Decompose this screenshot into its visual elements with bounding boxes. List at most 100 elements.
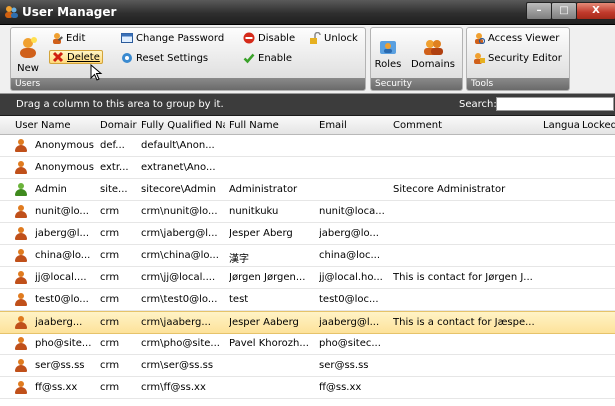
user-icon (15, 316, 27, 329)
table-row[interactable]: Admin site... sitecore\Admin Administrator S… (0, 179, 615, 201)
users-group-label: Users (11, 78, 365, 90)
users-app-icon (5, 6, 18, 18)
cell-email: pho@sitec... (319, 338, 381, 349)
edit-label: Edit (66, 32, 86, 44)
group-by-bar[interactable]: Drag a column to this area to group by i… (0, 94, 615, 116)
cell-fully-qualified-name: crm\nunit@lo... (141, 206, 218, 217)
cell-domain: crm (100, 360, 120, 371)
search-label: Search: (459, 99, 497, 110)
cell-comment: This is a contact for Jæspe... (393, 317, 535, 328)
title-bar[interactable]: User Manager – □ X (0, 0, 615, 25)
change-password-button[interactable]: Change Password (121, 32, 224, 44)
cell-user-name: Anonymous (35, 162, 94, 173)
table-row[interactable]: nunit@lo... crm crm\nunit@lo... nunitkuku nu… (0, 201, 615, 223)
cell-user-name: pho@site... (35, 338, 92, 349)
cell-full-name: Jørgen Jørgen... (229, 272, 306, 283)
user-icon (15, 227, 27, 240)
column-header-fully-qualified-name[interactable]: Fully Qualified Næ (141, 120, 225, 131)
cell-full-name: Jesper Aaberg (229, 317, 299, 328)
table-row[interactable]: jaberg@l... crm crm\jaberg@l... Jesper Aber… (0, 223, 615, 245)
user-icon (15, 271, 27, 284)
cell-user-name: Admin (35, 184, 67, 195)
cell-email: jaberg@lo... (319, 228, 379, 239)
security-group: Roles Domains Security (370, 27, 463, 91)
user-icon (15, 293, 27, 306)
unlock-padlock-icon (310, 32, 321, 44)
cell-email: ser@ss.ss (319, 360, 369, 371)
cell-domain: crm (100, 294, 120, 305)
cell-domain: crm (100, 206, 120, 217)
table-row[interactable]: Anonymous def... default\Anon... (0, 135, 615, 157)
table-row[interactable]: Anonymous extr... extranet\Ano... (0, 157, 615, 179)
cell-full-name: nunitkuku (229, 206, 279, 217)
reset-settings-label: Reset Settings (136, 52, 209, 64)
table-row[interactable]: jaaberg... crm crm\jaaberg... Jesper Aaberg… (0, 311, 615, 334)
security-editor-button[interactable]: Security Editor (473, 52, 562, 64)
column-header-user-name[interactable]: User Name (15, 120, 95, 131)
cell-email: jaaberg@l... (319, 317, 380, 328)
table-row[interactable]: ser@ss.ss crm crm\ser@ss.ss ser@ss.ss (0, 355, 615, 377)
cell-email: ff@ss.xx (319, 382, 362, 393)
cell-fully-qualified-name: crm\jaberg@l... (141, 228, 218, 239)
cell-full-name: test (229, 294, 249, 305)
security-editor-icon (474, 53, 485, 64)
disable-button[interactable]: Disable (243, 32, 295, 44)
user-icon (15, 249, 27, 262)
new-user-button[interactable]: New (15, 36, 41, 74)
reset-gear-icon (122, 53, 132, 63)
group-by-hint: Drag a column to this area to group by i… (16, 99, 224, 110)
access-viewer-label: Access Viewer (488, 32, 560, 44)
cell-fully-qualified-name: crm\jj@local.... (141, 272, 216, 283)
cell-domain: site... (100, 184, 128, 195)
domains-label: Domains (410, 59, 455, 70)
cell-fully-qualified-name: default\Anon... (141, 140, 215, 151)
ribbon: New Edit Delete Change Password Reset Se… (0, 25, 615, 94)
search-input[interactable] (496, 97, 614, 111)
tools-group-label: Tools (467, 78, 569, 90)
column-header-comment[interactable]: Comment (393, 120, 541, 131)
minimize-button[interactable]: – (526, 2, 552, 20)
column-header-full-name[interactable]: Full Name (229, 120, 314, 131)
roles-label: Roles (374, 59, 402, 70)
user-icon (15, 183, 27, 196)
cell-comment: This is contact for Jørgen J... (393, 272, 533, 283)
column-header-language[interactable]: Langua (543, 120, 579, 131)
domains-button[interactable]: Domains (409, 38, 457, 70)
cell-domain: crm (100, 317, 120, 328)
table-row[interactable]: pho@site... crm crm\pho@site... Pavel Khoro… (0, 333, 615, 355)
checkmark-icon (243, 53, 255, 64)
cell-full-name: Administrator (229, 184, 298, 195)
column-header-domain[interactable]: Domair (100, 120, 138, 131)
edit-icon (53, 33, 63, 44)
close-button[interactable]: X (576, 2, 615, 20)
cell-full-name: 漢字 (229, 254, 249, 265)
enable-label: Enable (258, 52, 293, 64)
column-header-locked[interactable]: Locked (582, 120, 615, 131)
cell-fully-qualified-name: crm\ff@ss.xx (141, 382, 206, 393)
roles-button[interactable]: Roles (373, 38, 403, 70)
cell-user-name: Anonymous (35, 140, 94, 151)
table-row[interactable]: test0@lo... crm crm\test0@lo... test test0@l… (0, 289, 615, 311)
change-password-label: Change Password (136, 32, 225, 44)
reset-settings-button[interactable]: Reset Settings (121, 52, 208, 64)
cell-domain: crm (100, 228, 120, 239)
cell-domain: crm (100, 250, 120, 261)
cell-domain: extr... (100, 162, 129, 173)
unlock-button[interactable]: Unlock (309, 32, 358, 44)
cell-user-name: test0@lo... (35, 294, 89, 305)
delete-button[interactable]: Delete (49, 50, 103, 64)
password-window-icon (121, 33, 133, 43)
user-icon (15, 139, 27, 152)
access-viewer-button[interactable]: Access Viewer (473, 32, 559, 44)
edit-button[interactable]: Edit (51, 32, 85, 44)
security-editor-label: Security Editor (488, 52, 562, 64)
column-header-email[interactable]: Email (319, 120, 389, 131)
maximize-button[interactable]: □ (551, 2, 577, 20)
enable-button[interactable]: Enable (243, 52, 292, 64)
users-group: New Edit Delete Change Password Reset Se… (10, 27, 366, 91)
cell-user-name: jaaberg... (35, 317, 83, 328)
table-row[interactable]: china@lo... crm crm\china@lo... 漢字 china@loc… (0, 245, 615, 267)
user-manager-window: User Manager – □ X New Edit Delete Chang… (0, 0, 615, 406)
table-row[interactable]: ff@ss.xx crm crm\ff@ss.xx ff@ss.xx (0, 377, 615, 399)
table-row[interactable]: jj@local.... crm crm\jj@local.... Jørgen Jø… (0, 267, 615, 289)
